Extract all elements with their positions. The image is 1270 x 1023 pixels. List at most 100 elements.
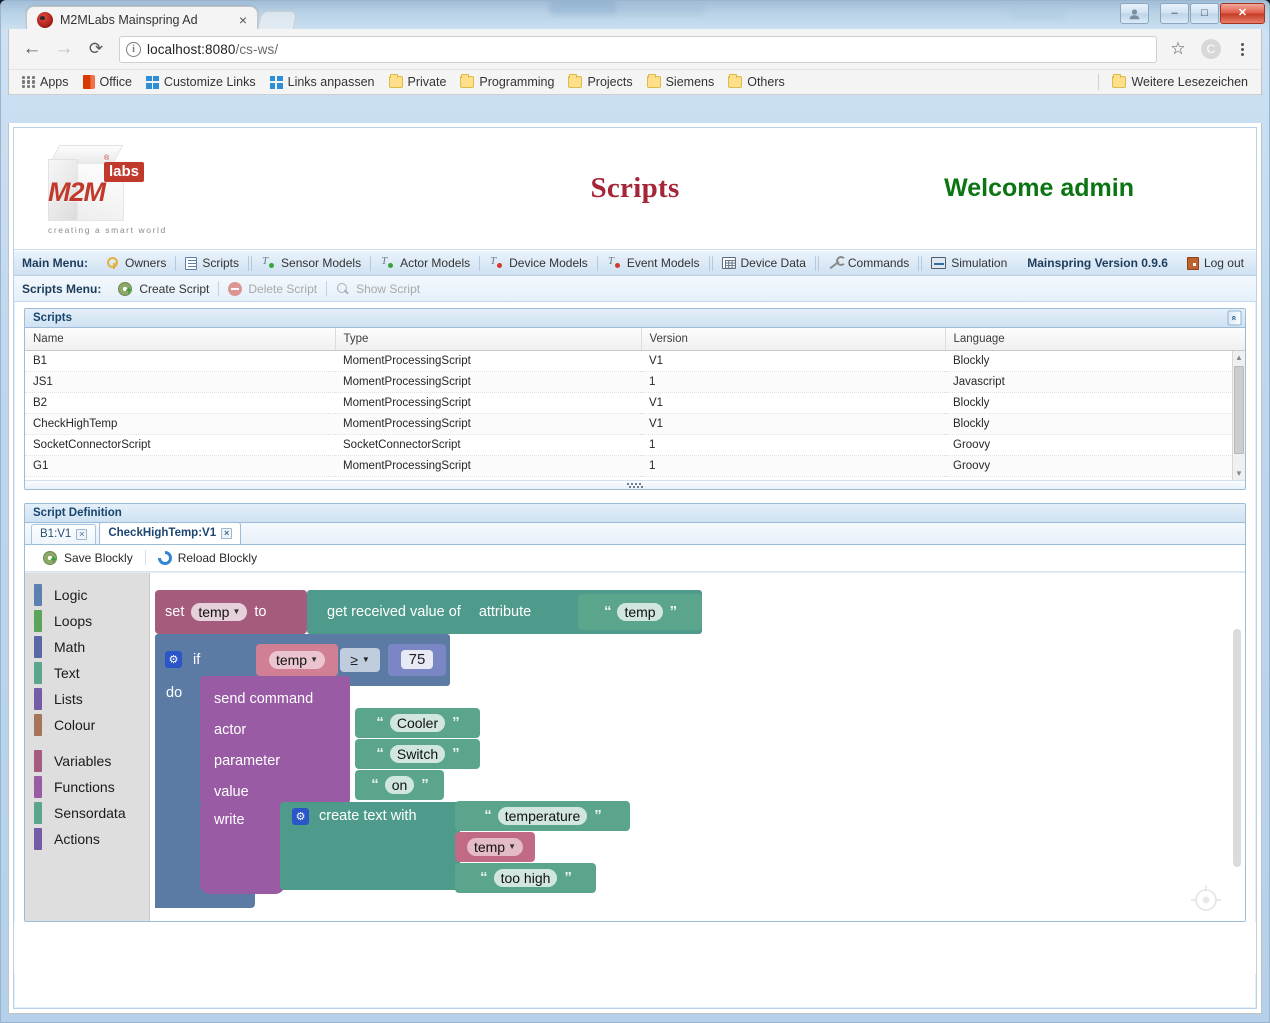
collapse-panel-button[interactable]: « <box>1228 311 1242 326</box>
maximize-button[interactable]: □ <box>1190 3 1219 24</box>
table-row[interactable]: B1 MomentProcessingScript V1 Blockly <box>25 351 1245 372</box>
number-field[interactable]: 75 <box>401 650 434 669</box>
table-row[interactable]: JS1 MomentProcessingScript 1 Javascript <box>25 372 1245 393</box>
bookmark-siemens[interactable]: Siemens <box>640 74 722 91</box>
scroll-down-icon[interactable]: ▼ <box>1233 467 1245 480</box>
block-text-too-high[interactable]: “ too high ” <box>455 863 596 893</box>
text-field-on[interactable]: on <box>385 776 415 794</box>
block-set-variable[interactable]: set temp▼ to <box>155 590 307 634</box>
site-info-icon[interactable]: i <box>126 42 141 57</box>
bookmark-office[interactable]: Office <box>76 73 139 91</box>
save-blockly-button[interactable]: Save Blockly <box>35 551 141 565</box>
menu-item-owners[interactable]: Owners <box>96 256 175 270</box>
column-header-name[interactable]: Name <box>25 328 335 350</box>
back-icon[interactable]: ← <box>17 34 47 64</box>
tab-close-icon[interactable]: × <box>221 528 232 539</box>
tab-b1-v1[interactable]: B1:V1 × <box>31 524 96 544</box>
show-script-button[interactable]: Show Script <box>327 282 429 296</box>
bookmark-private[interactable]: Private <box>382 74 454 91</box>
bookmark-customize-links[interactable]: Customize Links <box>139 74 263 91</box>
bookmark-links-anpassen[interactable]: Links anpassen <box>263 74 382 91</box>
mutator-gear-icon[interactable]: ⚙ <box>292 808 309 825</box>
table-row[interactable]: G1 MomentProcessingScript 1 Groovy <box>25 456 1245 477</box>
column-header-version[interactable]: Version <box>641 328 945 350</box>
block-text-on[interactable]: “ on ” <box>355 770 444 800</box>
delete-script-button[interactable]: Delete Script <box>219 282 326 296</box>
column-header-type[interactable]: Type <box>335 328 641 350</box>
variable-dropdown-temp[interactable]: temp▼ <box>191 603 247 621</box>
column-header-language[interactable]: Language <box>945 328 1245 350</box>
menu-item-event-models[interactable]: Event Models <box>598 256 709 270</box>
logout-button[interactable]: Log out <box>1178 256 1248 270</box>
table-row[interactable]: CheckHighTemp MomentProcessingScript V1 … <box>25 414 1245 435</box>
block-text-cooler[interactable]: “ Cooler ” <box>355 708 480 738</box>
block-number-75[interactable]: 75 <box>388 644 446 676</box>
toolbox-category-functions[interactable]: Functions <box>25 774 149 800</box>
text-field-too-high[interactable]: too high <box>494 869 558 887</box>
toolbox-category-sensordata[interactable]: Sensordata <box>25 800 149 826</box>
bookmark-apps[interactable]: Apps <box>15 74 76 91</box>
operator-dropdown[interactable]: ≥▼ <box>340 648 380 672</box>
text-field-temperature[interactable]: temperature <box>498 807 587 825</box>
toolbox-category-logic[interactable]: Logic <box>25 582 149 608</box>
text-field-switch[interactable]: Switch <box>390 745 445 763</box>
table-vertical-scrollbar[interactable]: ▲ ▼ <box>1232 351 1245 480</box>
text-field-cooler[interactable]: Cooler <box>390 714 445 732</box>
blockly-workspace[interactable]: set temp▼ to get received value of attri… <box>150 573 1245 921</box>
menu-item-actor-models[interactable]: Actor Models <box>371 256 479 270</box>
menu-item-simulation[interactable]: Simulation <box>922 256 1016 270</box>
menu-item-device-models[interactable]: Device Models <box>480 256 597 270</box>
block-send-command[interactable]: send command actor parameter value <box>200 676 350 804</box>
block-text-switch[interactable]: “ Switch ” <box>355 739 480 769</box>
tab-close-icon[interactable]: × <box>235 13 251 27</box>
reload-icon[interactable]: ⟳ <box>81 34 111 64</box>
toolbox-category-loops[interactable]: Loops <box>25 608 149 634</box>
menu-label: Simulation <box>951 256 1007 270</box>
variable-dropdown-temp[interactable]: temp▼ <box>269 651 325 669</box>
block-text-temperature[interactable]: “ temperature ” <box>455 801 630 831</box>
user-icon[interactable] <box>1120 3 1149 24</box>
bookmark-star-icon[interactable]: ☆ <box>1165 36 1191 62</box>
desktop-ghost-2 <box>617 3 705 15</box>
toolbox-category-colour[interactable]: Colour <box>25 712 149 738</box>
mutator-gear-icon[interactable]: ⚙ <box>165 651 182 668</box>
bookmark-other-bookmarks[interactable]: Weitere Lesezeichen <box>1105 74 1255 91</box>
create-script-button[interactable]: Create Script <box>109 282 218 296</box>
toolbox-category-actions[interactable]: Actions <box>25 826 149 852</box>
cell-language: Groovy <box>945 456 1245 477</box>
tab-close-icon[interactable]: × <box>76 529 87 540</box>
profile-avatar-icon[interactable]: C <box>1201 39 1221 59</box>
close-button[interactable]: ✕ <box>1220 3 1265 24</box>
scroll-up-icon[interactable]: ▲ <box>1233 351 1245 364</box>
menu-item-device-data[interactable]: Device Data <box>713 256 815 270</box>
menu-item-commands[interactable]: Commands <box>819 256 918 270</box>
text-field-temp[interactable]: temp <box>617 603 662 621</box>
forward-icon[interactable]: → <box>49 34 79 64</box>
table-row[interactable]: SocketConnectorScript SocketConnectorScr… <box>25 435 1245 456</box>
workspace-scrollbar[interactable] <box>1233 629 1241 867</box>
toolbox-category-math[interactable]: Math <box>25 634 149 660</box>
address-bar[interactable]: i localhost:8080/cs-ws/ <box>119 36 1157 63</box>
variable-dropdown-temp[interactable]: temp▼ <box>467 838 523 856</box>
bookmark-projects[interactable]: Projects <box>561 74 639 91</box>
menu-item-sensor-models[interactable]: Sensor Models <box>252 256 370 270</box>
block-variable-get-temp-2[interactable]: temp▼ <box>455 832 535 862</box>
bookmark-others[interactable]: Others <box>721 74 792 91</box>
block-create-text-with[interactable]: ⚙ create text with <box>280 802 460 890</box>
reload-blockly-button[interactable]: Reload Blockly <box>150 551 265 565</box>
block-write[interactable]: write <box>200 804 285 894</box>
toolbox-category-lists[interactable]: Lists <box>25 686 149 712</box>
scrollbar-thumb[interactable] <box>1234 366 1244 454</box>
table-row[interactable]: B2 MomentProcessingScript V1 Blockly <box>25 393 1245 414</box>
panel-splitter[interactable] <box>25 480 1245 489</box>
tab-checkhightemp-v1[interactable]: CheckHighTemp:V1 × <box>99 522 241 544</box>
trash-target-icon[interactable] <box>1189 879 1223 913</box>
block-text-temp[interactable]: “ temp ” <box>578 594 702 630</box>
chrome-menu-icon[interactable] <box>1231 43 1253 56</box>
menu-item-scripts[interactable]: Scripts <box>176 256 248 270</box>
bookmark-programming[interactable]: Programming <box>453 74 561 91</box>
block-variable-get-temp[interactable]: temp▼ <box>256 644 338 676</box>
toolbox-category-variables[interactable]: Variables <box>25 748 149 774</box>
minimize-button[interactable]: – <box>1160 3 1189 24</box>
toolbox-category-text[interactable]: Text <box>25 660 149 686</box>
